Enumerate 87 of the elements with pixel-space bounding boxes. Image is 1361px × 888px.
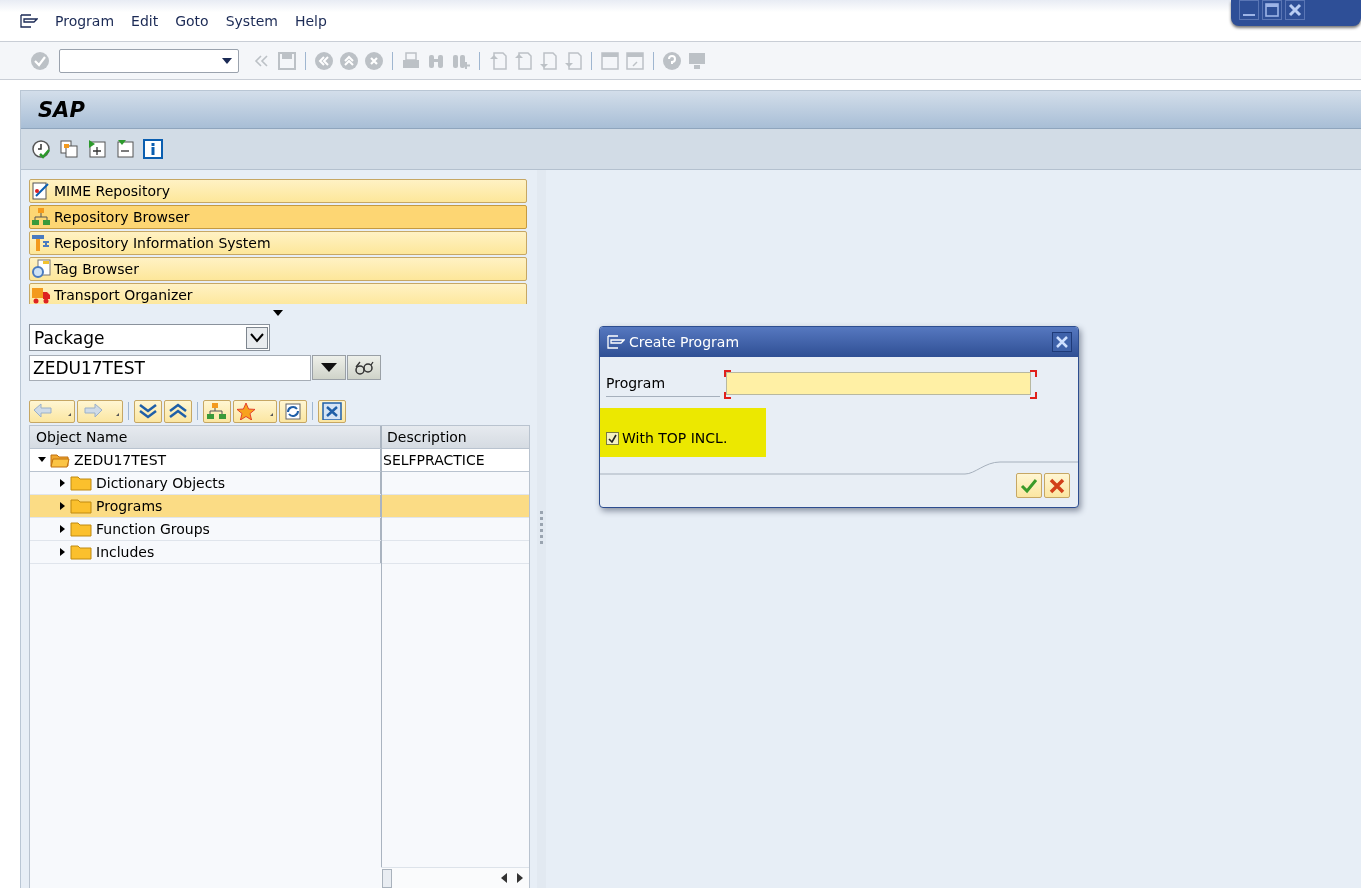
open-folder-icon: [50, 452, 70, 468]
star-icon: [236, 402, 274, 420]
hierarchy-icon: [31, 207, 51, 227]
toolbar-button[interactable]: [164, 399, 192, 423]
confirm-button[interactable]: [1016, 473, 1042, 498]
navigation-button[interactable]: Transport Organizer: [29, 283, 527, 304]
expanded-arrow-icon[interactable]: [38, 456, 46, 464]
splitter-handle[interactable]: [540, 511, 543, 547]
navigation-button[interactable]: Repository Browser: [29, 205, 527, 229]
collapsed-arrow-icon[interactable]: [58, 502, 66, 510]
tree-item-label: Function Groups: [96, 521, 210, 537]
tree-row[interactable]: ZEDU17TEST SELFPRACTICE: [30, 449, 529, 472]
hierarchy-icon: [206, 402, 228, 420]
clock-check-icon[interactable]: [31, 139, 51, 159]
table-cell-text: SELFPRACTICE: [382, 452, 485, 468]
expand-icon[interactable]: [87, 139, 107, 159]
hammer-tree-icon: [31, 233, 51, 253]
document-pen-icon: [31, 181, 51, 201]
close-button[interactable]: [1052, 332, 1072, 352]
navigation-button[interactable]: Tag Browser: [29, 257, 527, 281]
checkbox-label: With TOP INCL.: [622, 430, 728, 446]
folder-icon: [70, 544, 92, 560]
menu-item[interactable]: Program: [55, 12, 115, 29]
navigation-button[interactable]: Repository Information System: [29, 231, 527, 255]
scroll-left-icon[interactable]: [501, 873, 507, 883]
truck-icon: [31, 285, 51, 304]
close-box-icon: [321, 402, 343, 420]
toolbar-button[interactable]: [318, 399, 346, 423]
navigation-button[interactable]: MIME Repository: [29, 179, 527, 203]
chevron-down-icon[interactable]: [250, 332, 264, 343]
field-label: Program: [606, 375, 720, 397]
toolbar-button[interactable]: [233, 399, 277, 423]
tree-item-label: Includes: [96, 544, 155, 560]
collapse-up-icon: [167, 402, 189, 420]
tree-item-label: Programs: [96, 498, 163, 514]
dialog-title: Create Program: [629, 334, 740, 350]
scrollbar-thumb[interactable]: [382, 869, 392, 888]
back-arrow-icon: [32, 402, 72, 420]
column-header[interactable]: Description: [381, 426, 529, 448]
toolbar-button[interactable]: [134, 399, 162, 423]
object-name-field[interactable]: ZEDU17TEST: [29, 355, 311, 381]
menu-item[interactable]: Help: [294, 12, 327, 29]
tree-row[interactable]: Function Groups: [30, 518, 529, 541]
refresh-icon: [282, 402, 304, 420]
program-name-field[interactable]: [726, 372, 1031, 395]
menu-item[interactable]: System: [225, 12, 278, 29]
magnifier-page-icon: [31, 259, 51, 279]
folder-icon: [70, 498, 92, 514]
menu-item[interactable]: Goto: [175, 12, 209, 29]
tree-row[interactable]: Includes: [30, 541, 529, 564]
menu-item[interactable]: Edit: [131, 12, 159, 29]
collapsed-arrow-icon[interactable]: [58, 548, 66, 556]
copy-icon[interactable]: [59, 139, 79, 159]
dropdown-button[interactable]: [312, 355, 346, 380]
dialog-icon: [607, 335, 625, 349]
column-header[interactable]: Object Name: [30, 426, 381, 448]
check-icon[interactable]: [30, 50, 50, 71]
object-type-dropdown[interactable]: Package: [29, 324, 270, 351]
cross-icon: [1049, 477, 1065, 494]
checkmark-icon: [608, 433, 617, 443]
folder-icon: [70, 521, 92, 537]
command-field[interactable]: [59, 48, 239, 73]
info-icon[interactable]: [143, 139, 163, 159]
screen-title: SAP: [38, 97, 85, 122]
menu-icon[interactable]: [20, 13, 38, 28]
glasses-icon: [354, 360, 374, 375]
horizontal-scrollbar[interactable]: [381, 867, 529, 888]
display-button[interactable]: [347, 355, 381, 380]
tree-item-label: ZEDU17TEST: [74, 452, 167, 468]
triangle-down-icon: [321, 362, 337, 373]
cancel-button[interactable]: [1044, 473, 1070, 498]
expand-down-icon: [137, 402, 159, 420]
dropdown-arrow-icon[interactable]: [222, 57, 232, 64]
tree-item-label: Dictionary Objects: [96, 475, 226, 491]
toolbar-button[interactable]: [279, 399, 307, 423]
collapsed-arrow-icon[interactable]: [58, 479, 66, 487]
tree-row[interactable]: Programs: [30, 495, 529, 518]
toolbar-button[interactable]: [203, 399, 231, 423]
maximize-icon[interactable]: [1263, 1, 1281, 19]
close-icon[interactable]: [1286, 1, 1304, 19]
checkmark-icon: [1020, 477, 1038, 494]
scroll-right-icon[interactable]: [517, 873, 523, 883]
folder-icon: [70, 475, 92, 491]
collapse-icon[interactable]: [115, 139, 135, 159]
close-icon: [1056, 336, 1068, 348]
triangle-icon[interactable]: [273, 310, 283, 316]
collapsed-arrow-icon[interactable]: [58, 525, 66, 533]
